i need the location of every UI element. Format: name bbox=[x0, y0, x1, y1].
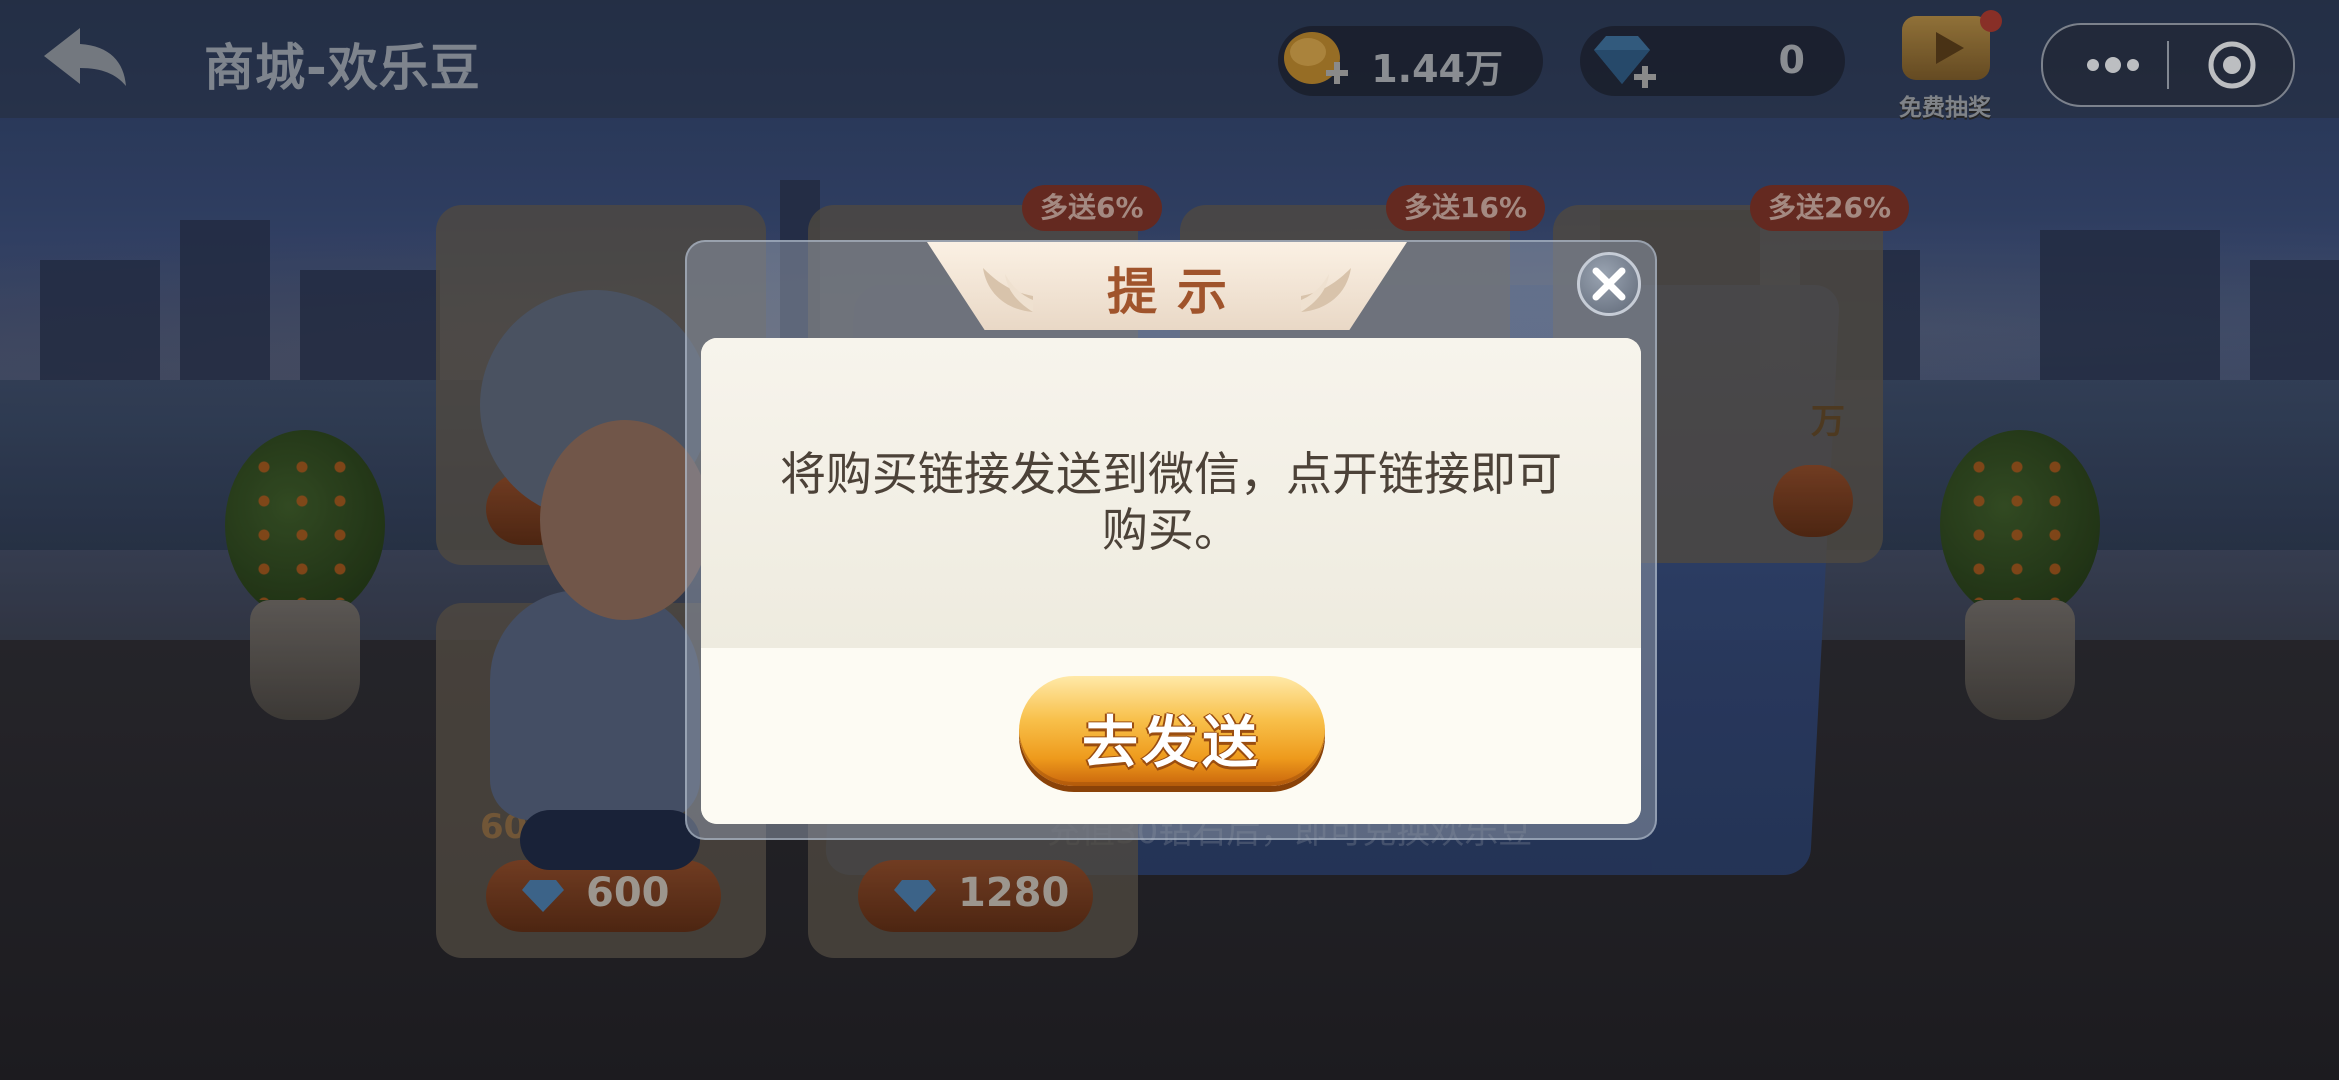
close-button[interactable] bbox=[1577, 252, 1641, 316]
dialog-title: 提示 bbox=[1107, 263, 1247, 321]
dialog-body: 将购买链接发送到微信，点开链接即可购买。 去发送 bbox=[701, 338, 1641, 824]
prompt-dialog: 将购买链接发送到微信，点开链接即可购买。 去发送 提示 bbox=[685, 240, 1657, 840]
send-button-label: 去发送 bbox=[1082, 711, 1262, 776]
send-button[interactable]: 去发送 bbox=[1019, 676, 1325, 786]
dialog-message: 将购买链接发送到微信，点开链接即可购买。 bbox=[780, 447, 1562, 557]
dialog-header: 提示 bbox=[927, 242, 1407, 330]
close-icon bbox=[1592, 267, 1626, 301]
